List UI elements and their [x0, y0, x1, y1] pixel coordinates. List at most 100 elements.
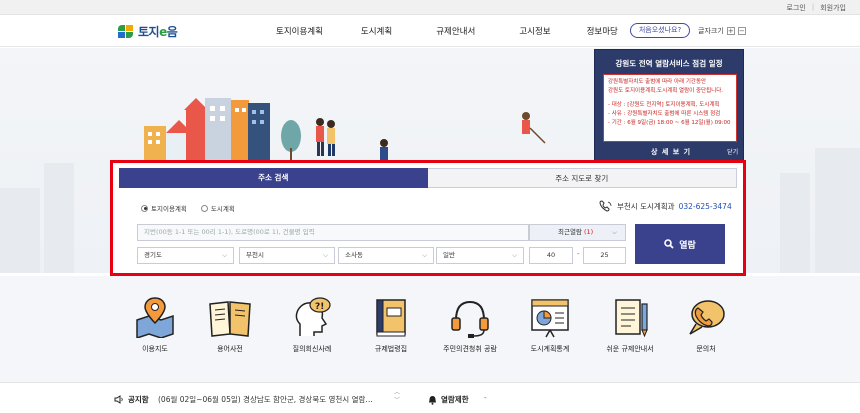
sido-value: 경기도 — [144, 251, 162, 259]
chevron-down-icon[interactable]: ﹀ — [394, 397, 400, 405]
join-link[interactable]: 회원가입 — [820, 3, 846, 13]
phone-bubble-icon — [689, 300, 725, 335]
land-type-select[interactable]: 일반 ⌵ — [436, 247, 524, 264]
notice-bar: 공지함 (06월 02일~06월 05일) 경상남도 함안군, 경상북도 영천시… — [0, 382, 860, 413]
svg-text:?!: ?! — [315, 302, 324, 312]
quick-law-book[interactable]: 규제법령집 — [351, 296, 431, 354]
site-logo[interactable]: 토지e음 — [118, 23, 178, 40]
address-search-input[interactable]: 지번(00동 1-1 또는 00리 1-1), 도로명(00로 1), 건물명 … — [137, 224, 529, 241]
quick-label: 문의처 — [696, 345, 716, 353]
restriction-label: 열람제한 — [428, 394, 469, 405]
quick-label: 규제법령집 — [374, 345, 408, 353]
bonbun-input[interactable]: 40 — [529, 247, 573, 264]
quick-use-map[interactable]: 이용지도 — [115, 296, 195, 354]
recent-count: (1) — [584, 228, 594, 236]
quick-public-opinion[interactable]: 주민의견청취 공람 — [430, 296, 510, 354]
font-size-control: 글자크기 + − — [698, 26, 746, 36]
nav-notice-info[interactable]: 고시정보 — [519, 25, 550, 37]
headset-icon — [451, 300, 489, 338]
chevron-down-icon: ⌵ — [612, 228, 617, 236]
bell-icon — [429, 395, 436, 405]
popup-body: 강원특별자치도 출범에 따라 아래 기간동안 강원도 토지이용계획,도시계획 열… — [603, 74, 737, 142]
quick-label: 주민의견청취 공람 — [443, 345, 497, 353]
phone-icon — [599, 200, 612, 212]
search-type-radios: 토지이용계획 도시계획 — [141, 203, 235, 213]
radio-selected-icon — [141, 204, 148, 212]
contact-label: 부천시 도시계획과 — [617, 201, 675, 211]
font-increase-button[interactable]: + — [726, 27, 735, 35]
sigungu-select[interactable]: 부천시 ⌵ — [239, 247, 335, 264]
chevron-up-icon[interactable]: ︿ — [394, 389, 400, 397]
popup-title: 강원도 전역 열람서비스 점검 일정 — [615, 59, 723, 68]
logo-text: 토지e음 — [138, 25, 178, 39]
restriction-text: - — [484, 394, 487, 402]
sigungu-value: 부천시 — [246, 251, 264, 259]
quick-qna-cases[interactable]: ?! 질의회신사례 — [272, 296, 352, 354]
chevron-down-icon: ⌵ — [222, 251, 227, 259]
contact-phone: 032-625-3474 — [678, 201, 732, 211]
view-button-label: 열람 — [679, 240, 696, 251]
quick-glossary[interactable]: 용어사전 — [190, 296, 270, 354]
number-dash: - — [577, 250, 580, 258]
tab-map-search[interactable]: 주소 지도로 찾기 — [427, 168, 737, 188]
popup-line: - 기간 : 6월 9일(금) 18:00 ~ 6월 12일(월) 09:00 — [608, 120, 731, 126]
notice-scroll-arrows[interactable]: ︿ ﹀ — [394, 389, 400, 405]
radio-urban-plan[interactable]: 도시계획 — [200, 203, 235, 213]
popup-line: 강원도 토지이용계획,도시계획 열람이 중단됩니다. — [608, 88, 724, 94]
tab-address-search[interactable]: 주소 검색 — [119, 168, 428, 188]
radio-empty-icon — [200, 204, 208, 212]
speaker-icon — [114, 395, 123, 404]
font-decrease-button[interactable]: − — [737, 27, 746, 35]
maintenance-popup: 강원도 전역 열람서비스 점검 일정 강원특별자치도 출범에 따라 아래 기간동… — [594, 49, 744, 161]
quick-menu: 이용지도 용어사전 ?! 질의회신사례 규제법령집 주민의견청취 공람 도시계획… — [0, 276, 860, 382]
nav-urban-plan[interactable]: 도시계획 — [361, 25, 392, 37]
dong-select[interactable]: 소사동 ⌵ — [338, 247, 434, 264]
quick-label: 쉬운 규제안내서 — [606, 345, 654, 353]
notice-headline[interactable]: (06월 02일~06월 05일) 경상남도 함안군, 경상북도 영천시 열람… — [158, 394, 373, 405]
nav-info-square[interactable]: 정보마당 — [587, 25, 618, 37]
law-book-icon — [376, 299, 406, 337]
font-size-label: 글자크기 — [698, 27, 724, 35]
radio-label: 도시계획 — [210, 205, 235, 213]
question-head-icon: ?! — [295, 297, 331, 336]
nav-regulation-guide[interactable]: 규제안내서 — [436, 25, 475, 37]
bubun-input[interactable]: 25 — [583, 247, 626, 264]
guide-document-icon — [615, 299, 648, 338]
popup-close-button[interactable]: 닫기 — [727, 147, 738, 156]
recent-view-dropdown[interactable]: 최근열람 (1) ⌵ — [529, 224, 626, 241]
popup-footer: 상 세 보 기 닫기 — [595, 143, 743, 160]
site-header: 토지e음 토지이용계획 도시계획 규제안내서 고시정보 정보마당 처음오셨나요?… — [0, 15, 860, 47]
sido-select[interactable]: 경기도 ⌵ — [137, 247, 234, 264]
recent-label: 최근열람 — [558, 228, 582, 236]
quick-contact[interactable]: 문의처 — [666, 296, 746, 354]
login-link[interactable]: 로그인 — [787, 3, 806, 13]
quick-easy-guide[interactable]: 쉬운 규제안내서 — [590, 296, 670, 354]
dong-value: 소사동 — [345, 251, 363, 259]
chevron-down-icon: ⌵ — [512, 251, 517, 259]
land-type-value: 일반 — [443, 251, 455, 259]
divider: | — [811, 3, 815, 11]
popup-line: - 사유 : 강원특별자치도 출범에 따른 시스템 점검 — [608, 111, 721, 117]
address-search-panel: 주소 검색 주소 지도로 찾기 토지이용계획 도시계획 부천시 도시계획과 03… — [110, 160, 746, 276]
radio-land-use[interactable]: 토지이용계획 — [141, 203, 187, 213]
first-visit-button[interactable]: 처음오셨나요? — [630, 23, 690, 38]
nav-land-use-plan[interactable]: 토지이용계획 — [276, 25, 323, 37]
statistics-board-icon — [531, 299, 569, 338]
contact-info: 부천시 도시계획과 032-625-3474 — [599, 200, 732, 212]
quick-label: 용어사전 — [217, 345, 243, 353]
view-button[interactable]: 열람 — [635, 224, 725, 264]
search-tabs: 주소 검색 주소 지도로 찾기 — [119, 168, 737, 188]
radio-label: 토지이용계획 — [151, 205, 187, 213]
notice-label: 공지함 — [114, 394, 149, 405]
popup-line: 강원특별자치도 출범에 따라 아래 기간동안 — [608, 79, 707, 85]
chevron-down-icon: ⌵ — [323, 251, 328, 259]
search-icon — [664, 239, 674, 249]
quick-urban-statistics[interactable]: 도시계획통계 — [510, 296, 590, 354]
popup-detail-button[interactable]: 상 세 보 기 — [651, 147, 691, 157]
quick-label: 도시계획통계 — [530, 345, 570, 353]
chevron-down-icon: ⌵ — [422, 251, 427, 259]
utility-bar: 로그인 | 회원가입 — [0, 0, 860, 15]
book-icon — [209, 301, 251, 337]
map-pin-icon — [136, 297, 174, 338]
popup-line: - 대상 : [강원도 전지역] 토지이용계획, 도시계획 — [608, 102, 720, 108]
